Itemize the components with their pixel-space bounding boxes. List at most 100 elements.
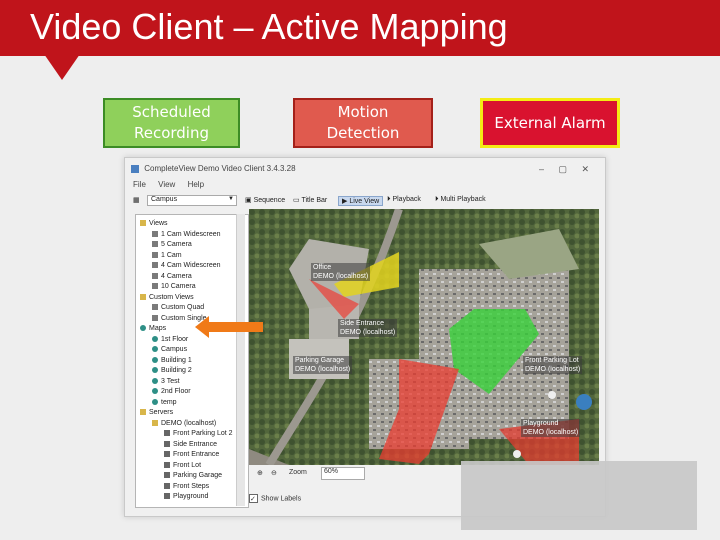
sequence-button[interactable]: ▣ Sequence bbox=[245, 196, 285, 204]
layout-toggle-icon[interactable]: ▦ bbox=[133, 196, 140, 204]
menu-file[interactable]: File bbox=[133, 180, 146, 189]
tree-item-label: Parking Garage bbox=[173, 472, 223, 479]
window-controls[interactable]: – ▢ ✕ bbox=[539, 164, 595, 175]
tree-item[interactable]: 1st Floor bbox=[152, 335, 188, 345]
tree-item[interactable]: Playground bbox=[164, 492, 208, 502]
tree-item-label: Front Steps bbox=[173, 482, 210, 490]
live-view-button[interactable]: ▶ Live View bbox=[338, 196, 384, 206]
grid-icon bbox=[152, 272, 158, 279]
tree-item-label: Playground bbox=[173, 493, 209, 500]
globe-icon bbox=[152, 335, 158, 342]
camera-icon bbox=[164, 461, 170, 468]
site-combo-value: Campus bbox=[151, 196, 178, 203]
map-camera-label[interactable]: Front Parking Lot DEMO (localhost) bbox=[523, 356, 583, 374]
tree-item[interactable]: 2nd Floor bbox=[152, 387, 191, 397]
tree-item-label: temp bbox=[161, 398, 177, 406]
tree-item[interactable]: Front Parking Lot 2 bbox=[164, 429, 233, 439]
camera-icon bbox=[164, 482, 170, 489]
grid-icon bbox=[152, 241, 158, 248]
tree-item[interactable]: Custom Views bbox=[140, 293, 194, 303]
arrow-left-icon bbox=[195, 316, 263, 338]
tree-item[interactable]: 1 Cam bbox=[152, 251, 182, 261]
map-camera-label[interactable]: Playground DEMO (localhost) bbox=[521, 419, 581, 437]
multi-playback-button[interactable]: ⏵ Multi Playback bbox=[435, 196, 486, 204]
zoom-out-icon[interactable]: ⊖ bbox=[271, 469, 277, 477]
playback-button[interactable]: ⏵ Playback bbox=[387, 196, 421, 204]
tree-item[interactable]: 5 Camera bbox=[152, 240, 192, 250]
tree-item[interactable]: Maps bbox=[140, 324, 166, 334]
tree-item-label: Building 1 bbox=[161, 356, 192, 364]
tree-item-label: 2nd Floor bbox=[161, 388, 191, 395]
map-camera-server: DEMO (localhost) bbox=[525, 366, 581, 373]
grid-icon bbox=[152, 230, 158, 237]
grid-icon bbox=[152, 251, 158, 258]
placeholder-overlay-box bbox=[461, 461, 697, 530]
site-combo[interactable]: Campus ▼ bbox=[147, 195, 237, 206]
tree-item-label: Building 2 bbox=[161, 367, 192, 374]
map-camera-label[interactable]: Office DEMO (localhost) bbox=[311, 263, 371, 281]
globe-icon bbox=[140, 325, 146, 332]
tree-item[interactable]: DEMO (localhost) bbox=[152, 419, 216, 429]
tree-item-label: Side Entrance bbox=[173, 440, 217, 448]
show-labels-label: Show Labels bbox=[261, 495, 302, 503]
tree-item-label: 1 Cam Widescreen bbox=[161, 230, 221, 238]
tree-item[interactable]: Front Entrance bbox=[164, 450, 219, 460]
title-bar-label: Title Bar bbox=[301, 197, 328, 204]
tree-item-label: Maps bbox=[149, 325, 167, 332]
zoom-select[interactable]: 60% bbox=[321, 467, 365, 480]
chevron-down-icon: ▼ bbox=[228, 196, 234, 202]
tree-item-label: Front Entrance bbox=[173, 451, 220, 458]
camera-icon bbox=[164, 430, 170, 437]
tree-item[interactable]: Building 1 bbox=[152, 356, 192, 366]
tree-item[interactable]: Parking Garage bbox=[164, 471, 222, 481]
map-camera-name: Parking Garage bbox=[295, 357, 345, 364]
tree-scrollbar[interactable] bbox=[236, 214, 245, 506]
tree-item-label: 1st Floor bbox=[161, 335, 189, 343]
tree-item-label: Front Parking Lot 2 bbox=[173, 430, 233, 437]
grid-icon bbox=[152, 304, 158, 311]
tree-item[interactable]: Front Lot bbox=[164, 461, 201, 471]
tree-item-label: Front Lot bbox=[173, 461, 202, 469]
show-labels-checkbox[interactable]: ✓ Show Labels bbox=[249, 494, 301, 503]
globe-icon bbox=[152, 367, 158, 374]
tree-item[interactable]: 10 Camera bbox=[152, 282, 196, 292]
zoom-in-icon[interactable]: ⊕ bbox=[257, 469, 263, 477]
tree-item[interactable]: 4 Camera bbox=[152, 272, 192, 282]
tree-item[interactable]: Views bbox=[140, 219, 168, 229]
folder-icon bbox=[140, 293, 146, 300]
grid-icon bbox=[152, 314, 158, 321]
folder-icon bbox=[140, 409, 146, 416]
title-bar-button[interactable]: ▭ Title Bar bbox=[293, 196, 327, 204]
globe-icon bbox=[152, 377, 158, 384]
tree-item-label: 4 Cam Widescreen bbox=[161, 262, 221, 269]
camera-icon bbox=[164, 493, 170, 500]
tree-item-label: DEMO (localhost) bbox=[161, 419, 217, 427]
menu-help[interactable]: Help bbox=[188, 180, 204, 189]
globe-icon bbox=[152, 388, 158, 395]
tree-item-label: 4 Camera bbox=[161, 272, 192, 280]
navigation-tree: Views 1 Cam Widescreen 5 Camera 1 Cam 4 Cam … bbox=[135, 214, 249, 508]
sequence-label: Sequence bbox=[253, 197, 286, 204]
tree-item[interactable]: 3 Test bbox=[152, 377, 180, 387]
playback-label: Playback bbox=[392, 196, 421, 203]
tree-item[interactable]: temp bbox=[152, 398, 177, 408]
tree-item[interactable]: Side Entrance bbox=[164, 440, 217, 450]
legend-scheduled-recording: Scheduled Recording bbox=[103, 98, 240, 148]
tree-item-label: Custom Views bbox=[149, 293, 194, 301]
globe-icon bbox=[152, 346, 158, 353]
tree-item[interactable]: Building 2 bbox=[152, 366, 192, 376]
toolbar: ▦ Campus ▼ ▣ Sequence ▭ Title Bar ▶ Live… bbox=[131, 194, 599, 210]
map-camera-label[interactable]: Side Entrance DEMO (localhost) bbox=[338, 319, 398, 337]
camera-icon bbox=[164, 440, 170, 447]
window-titlebar[interactable]: CompleteView Demo Video Client 3.4.3.28 … bbox=[131, 164, 599, 178]
tree-item[interactable]: Front Steps bbox=[164, 482, 209, 492]
folder-icon bbox=[140, 220, 146, 227]
tree-item[interactable]: Custom Quad bbox=[152, 303, 204, 313]
map-camera-label[interactable]: Parking Garage DEMO (localhost) bbox=[293, 356, 353, 374]
tree-item[interactable]: 1 Cam Widescreen bbox=[152, 230, 221, 240]
tree-item[interactable]: 4 Cam Widescreen bbox=[152, 261, 221, 271]
tree-item[interactable]: Servers bbox=[140, 408, 173, 418]
menu-view[interactable]: View bbox=[158, 180, 175, 189]
globe-icon bbox=[152, 356, 158, 363]
tree-item[interactable]: Campus bbox=[152, 345, 187, 355]
